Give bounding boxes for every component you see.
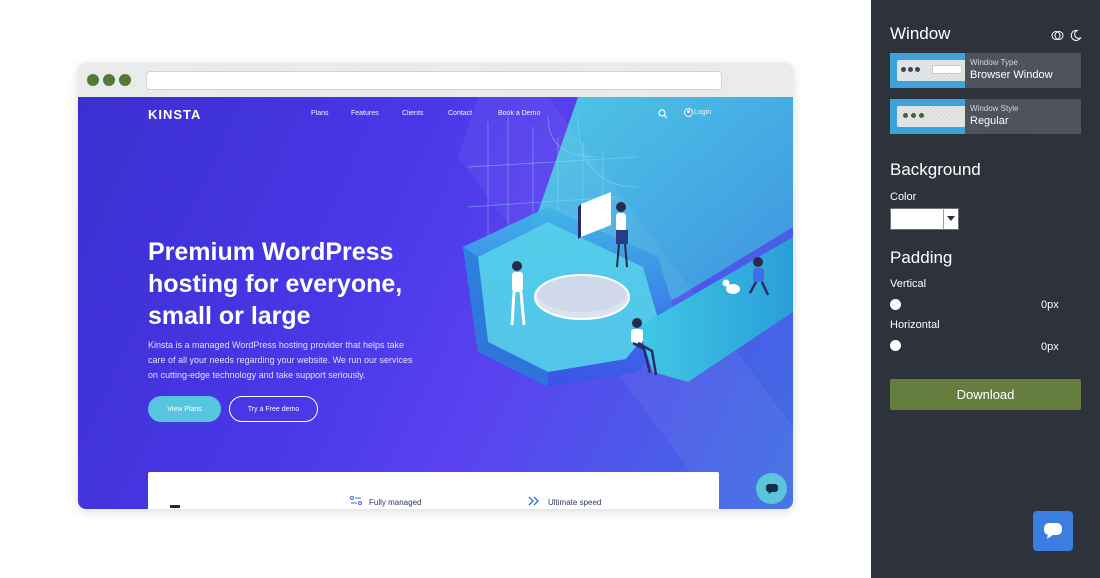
window-type-label: Window Type xyxy=(970,58,1018,67)
dropdown-arrow-icon[interactable] xyxy=(943,208,959,230)
thumbnail-dot xyxy=(908,67,913,72)
window-style-thumbnail xyxy=(890,99,965,134)
color-label: Color xyxy=(890,191,917,203)
background-heading: Background xyxy=(890,160,981,179)
nav-link-contact[interactable]: Contact xyxy=(448,110,472,117)
thumbnail-dot xyxy=(915,67,920,72)
horizontal-label: Horizontal xyxy=(890,319,940,331)
feature-label: Ultimate speed xyxy=(548,498,602,507)
nav-link-features[interactable]: Features xyxy=(351,110,379,117)
feature-label: Fully managed xyxy=(369,498,422,507)
thumbnail-window xyxy=(897,106,965,127)
thumbnail-dot xyxy=(901,67,906,72)
vertical-padding-value: 0px xyxy=(1041,299,1059,311)
thumbnail-dot xyxy=(911,113,916,118)
hero-heading-line: Premium WordPress xyxy=(148,238,394,266)
window-dot-maximize xyxy=(119,74,131,86)
vertical-padding-slider[interactable] xyxy=(890,299,901,310)
thumbnail-window xyxy=(897,60,965,81)
website-screenshot: KINSTA Plans Features Clients Contact Bo… xyxy=(78,97,793,509)
download-button[interactable]: Download xyxy=(890,379,1081,410)
window-dot-close xyxy=(87,74,99,86)
window-heading: Window xyxy=(890,24,951,43)
search-icon[interactable] xyxy=(658,109,668,119)
browser-window-mockup: KINSTA Plans Features Clients Contact Bo… xyxy=(78,63,793,509)
settings-panel: Window Window Type Browser Window Window… xyxy=(871,0,1100,578)
user-icon[interactable] xyxy=(684,108,693,117)
nav-link-login[interactable]: Login xyxy=(694,109,711,116)
padding-heading: Padding xyxy=(890,248,953,267)
window-style-selector[interactable]: Window Style Regular xyxy=(890,99,1081,134)
moon-icon[interactable] xyxy=(1069,29,1082,42)
hero-heading-line: hosting for everyone, xyxy=(148,270,403,298)
hero-description: Kinsta is a managed WordPress hosting pr… xyxy=(148,338,418,383)
window-type-selector[interactable]: Window Type Browser Window xyxy=(890,53,1081,88)
speed-icon xyxy=(528,496,539,506)
managed-icon xyxy=(350,496,362,505)
thumbnail-dot xyxy=(919,113,924,118)
features-card: Fully managed Ultimate speed xyxy=(148,472,719,509)
nav-link-clients[interactable]: Clients xyxy=(402,110,423,117)
browser-chrome xyxy=(78,63,793,97)
window-dot-minimize xyxy=(103,74,115,86)
preview-stage: KINSTA Plans Features Clients Contact Bo… xyxy=(0,0,871,578)
window-type-value: Browser Window xyxy=(970,69,1053,81)
free-demo-button[interactable]: Try a Free demo xyxy=(229,396,318,422)
horizontal-padding-slider[interactable] xyxy=(890,340,901,351)
window-style-value: Regular xyxy=(970,115,1009,127)
hero-description-line: Kinsta is a managed WordPress hosting pr… xyxy=(148,340,404,350)
thumbnail-dot xyxy=(903,113,908,118)
window-type-thumbnail xyxy=(890,53,965,88)
color-swatch[interactable] xyxy=(890,208,944,230)
address-bar xyxy=(146,71,722,90)
nav-link-plans[interactable]: Plans xyxy=(311,110,329,117)
thumbnail-address-bar xyxy=(932,65,962,74)
hero-description-line: care of all your needs regarding your we… xyxy=(148,355,413,365)
chat-icon[interactable] xyxy=(756,473,787,504)
card-mark xyxy=(170,505,180,508)
vertical-label: Vertical xyxy=(890,278,927,290)
view-plans-button[interactable]: View Plans xyxy=(148,396,221,422)
nav-link-book-demo[interactable]: Book a Demo xyxy=(498,110,540,117)
window-style-label: Window Style xyxy=(970,104,1019,113)
hero-description-line: on cutting-edge technology and take supp… xyxy=(148,370,366,380)
hero-heading: Premium WordPress hosting for everyone, … xyxy=(148,236,448,332)
horizontal-padding-value: 0px xyxy=(1041,341,1059,353)
help-chat-icon[interactable] xyxy=(1033,511,1073,551)
hero-heading-line: small or large xyxy=(148,302,311,330)
site-logo[interactable]: KINSTA xyxy=(148,107,201,122)
settings-toggle-icon[interactable] xyxy=(1051,29,1064,42)
